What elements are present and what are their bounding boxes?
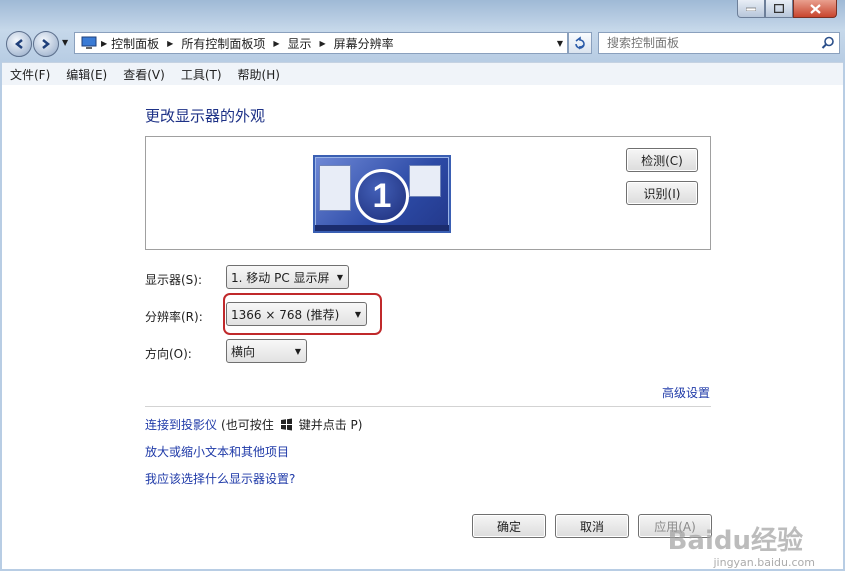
close-icon bbox=[809, 3, 821, 14]
forward-arrow-icon bbox=[42, 39, 51, 49]
breadcrumb-all-items[interactable]: 所有控制面板项 ▶ bbox=[181, 35, 287, 52]
projector-hint-pre: (也可按住 bbox=[221, 418, 274, 432]
content-area: 更改显示器的外观 1 检测(C) 识别(I) 显示器(S): 1. 移动 PC … bbox=[2, 85, 843, 569]
display-label: 显示器(S): bbox=[145, 273, 203, 287]
resolution-highlight-annotation bbox=[223, 293, 382, 335]
projector-hint-post: 键并点击 P) bbox=[298, 418, 363, 432]
breadcrumb-screen-resolution[interactable]: 屏幕分辨率 bbox=[334, 35, 394, 52]
display-select[interactable]: 1. 移动 PC 显示屏 ▼ bbox=[226, 265, 349, 289]
baidu-watermark-url: jingyan.baidu.com bbox=[713, 556, 815, 569]
breadcrumb-label: 显示 bbox=[287, 36, 312, 51]
ok-button[interactable]: 确定 bbox=[472, 514, 546, 538]
refresh-button[interactable] bbox=[568, 32, 592, 54]
minimize-button[interactable] bbox=[737, 0, 765, 18]
divider bbox=[145, 406, 711, 407]
navigation-bar: ▼ ▶ 控制面板 ▶ 所有控制面板项 ▶ 显示 ▶ 屏幕分辨率 ▼ bbox=[6, 30, 840, 57]
refresh-icon bbox=[575, 36, 585, 50]
advanced-settings-link[interactable]: 高级设置 bbox=[662, 384, 710, 401]
address-bar[interactable]: ▶ 控制面板 ▶ 所有控制面板项 ▶ 显示 ▶ 屏幕分辨率 ▼ bbox=[74, 32, 568, 54]
monitor-window-icon bbox=[319, 165, 351, 211]
control-panel-icon bbox=[81, 36, 97, 49]
baidu-watermark-logo: Baidu经验 bbox=[667, 526, 803, 556]
monitor-window-icon bbox=[409, 165, 441, 197]
identify-button[interactable]: 识别(I) bbox=[626, 181, 698, 205]
maximize-button[interactable] bbox=[765, 0, 793, 18]
back-arrow-icon bbox=[14, 39, 23, 49]
maximize-icon bbox=[774, 4, 784, 13]
menu-tools[interactable]: 工具(T) bbox=[173, 66, 230, 83]
enlarge-text-link[interactable]: 放大或缩小文本和其他项目 bbox=[145, 443, 289, 460]
display-preview-panel: 1 检测(C) 识别(I) bbox=[145, 136, 711, 250]
monitor-1-thumbnail[interactable]: 1 bbox=[313, 155, 451, 233]
connect-projector-link[interactable]: 连接到投影仪 bbox=[145, 416, 217, 433]
monitor-number-badge: 1 bbox=[355, 169, 409, 223]
orientation-label: 方向(O): bbox=[145, 347, 192, 361]
monitor-taskbar bbox=[315, 225, 449, 231]
control-panel-window: ▼ ▶ 控制面板 ▶ 所有控制面板项 ▶ 显示 ▶ 屏幕分辨率 ▼ 文件(F) 编辑(… bbox=[0, 0, 845, 571]
forward-button[interactable] bbox=[33, 31, 59, 57]
page-title: 更改显示器的外观 bbox=[145, 107, 266, 125]
back-button[interactable] bbox=[6, 31, 32, 57]
breadcrumb-display[interactable]: 显示 ▶ bbox=[288, 35, 334, 52]
chevron-down-icon: ▼ bbox=[336, 272, 344, 282]
close-button[interactable] bbox=[793, 0, 837, 18]
recent-pages-dropdown[interactable]: ▼ bbox=[62, 38, 68, 47]
detect-button[interactable]: 检测(C) bbox=[626, 148, 698, 172]
minimize-icon bbox=[746, 7, 756, 11]
window-caption-buttons bbox=[737, 0, 837, 19]
search-box[interactable] bbox=[598, 32, 840, 54]
orientation-select-value: 横向 bbox=[231, 344, 256, 359]
breadcrumb-arrow-icon[interactable]: ▶ bbox=[273, 39, 279, 48]
breadcrumb-label: 所有控制面板项 bbox=[181, 36, 266, 51]
breadcrumb-control-panel[interactable]: 控制面板 ▶ bbox=[111, 35, 181, 52]
cancel-button[interactable]: 取消 bbox=[555, 514, 629, 538]
which-display-setting-link[interactable]: 我应该选择什么显示器设置? bbox=[145, 470, 295, 487]
breadcrumb-arrow-icon[interactable]: ▶ bbox=[320, 39, 326, 48]
menu-file[interactable]: 文件(F) bbox=[2, 66, 58, 83]
search-icon[interactable] bbox=[821, 36, 835, 50]
menu-help[interactable]: 帮助(H) bbox=[230, 66, 288, 83]
projector-row: 连接到投影仪 (也可按住 键并点击 P) bbox=[145, 416, 362, 433]
breadcrumb-label: 控制面板 bbox=[111, 36, 160, 51]
display-select-value: 1. 移动 PC 显示屏 bbox=[231, 270, 330, 285]
breadcrumb-root-arrow[interactable]: ▶ bbox=[101, 39, 107, 48]
orientation-select[interactable]: 横向 ▼ bbox=[226, 339, 307, 363]
search-input[interactable] bbox=[599, 35, 821, 51]
windows-logo-icon bbox=[280, 418, 292, 431]
menu-view[interactable]: 查看(V) bbox=[115, 66, 173, 83]
address-dropdown-icon[interactable]: ▼ bbox=[557, 39, 563, 48]
chevron-down-icon: ▼ bbox=[294, 346, 302, 356]
menu-edit[interactable]: 编辑(E) bbox=[58, 66, 115, 83]
breadcrumb-label: 屏幕分辨率 bbox=[333, 36, 394, 51]
menu-bar: 文件(F) 编辑(E) 查看(V) 工具(T) 帮助(H) bbox=[2, 62, 843, 86]
resolution-label: 分辨率(R): bbox=[145, 310, 203, 324]
breadcrumb-arrow-icon[interactable]: ▶ bbox=[167, 39, 173, 48]
